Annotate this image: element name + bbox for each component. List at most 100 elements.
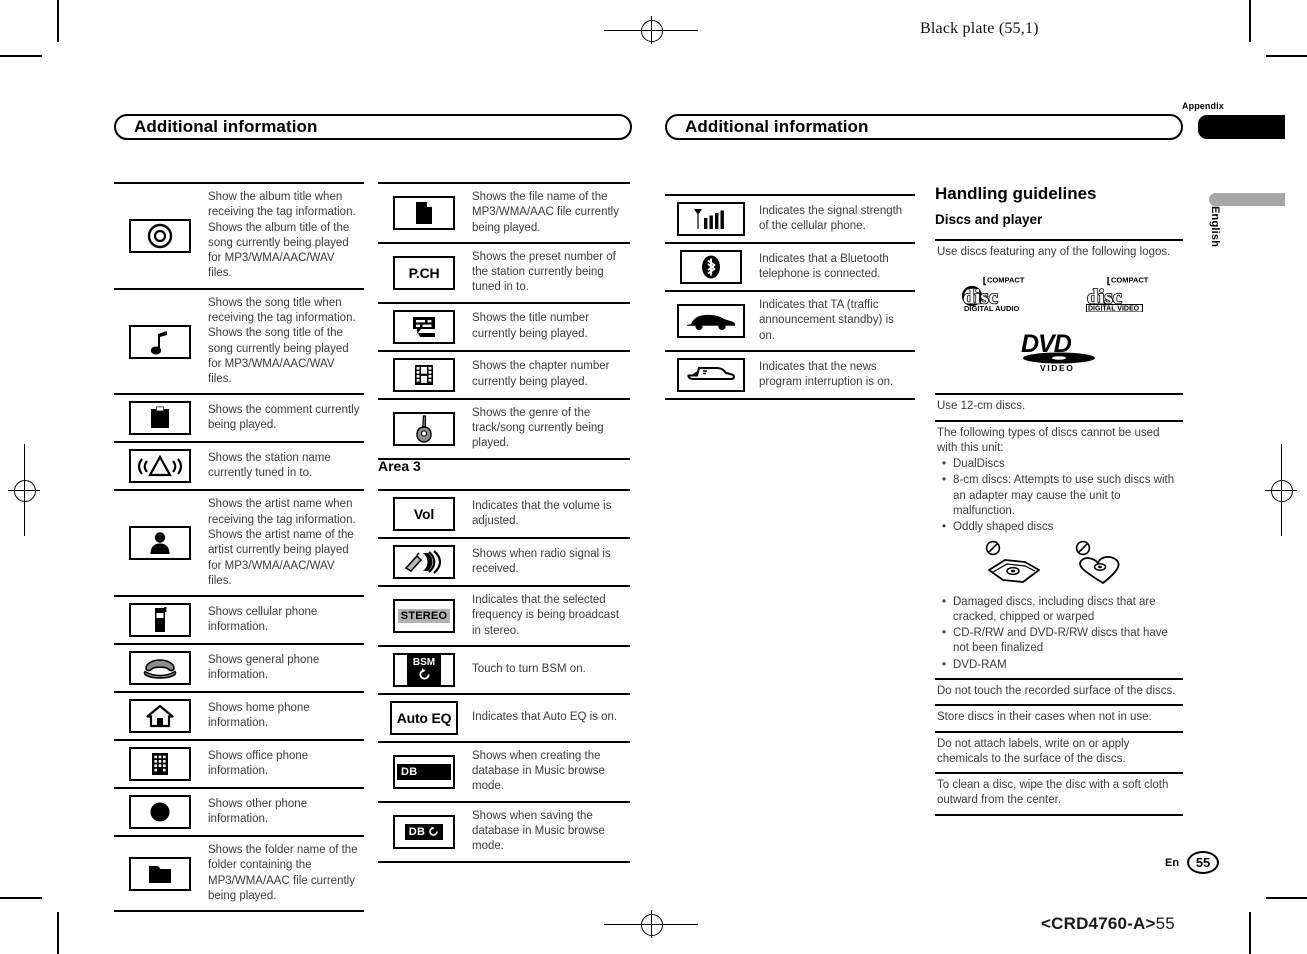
refresh-icon xyxy=(429,826,439,836)
table-row: Shows the station name currently tuned i… xyxy=(114,441,364,489)
table-row: Shows other phone information. xyxy=(114,787,364,835)
row-description: Shows the comment currently being played… xyxy=(208,404,360,432)
svg-text:DIGITAL VIDEO: DIGITAL VIDEO xyxy=(1088,306,1140,312)
table-row: Shows the genre of the track/song curren… xyxy=(378,397,630,460)
list-item: Oddly shaped discs xyxy=(942,520,1181,536)
table-row: Auto EQ Indicates that Auto EQ is on. xyxy=(378,692,630,741)
column-3-icon-table: Indicates the signal strength of the cel… xyxy=(665,194,915,400)
icon-cell xyxy=(114,837,206,910)
stereo-label: STEREO xyxy=(397,608,451,623)
crop-mark-bottom-left-vertical xyxy=(57,912,59,954)
note-text: Do not attach labels, write on or apply … xyxy=(937,737,1130,765)
row-description: Indicates the signal strength of the cel… xyxy=(759,204,903,232)
radio-signal-icon xyxy=(393,545,455,579)
note-row: Store discs in their cases when not in u… xyxy=(935,704,1183,730)
icon-cell xyxy=(378,400,470,458)
table-row: Shows the folder name of the folder cont… xyxy=(114,835,364,913)
refresh-icon xyxy=(418,668,430,680)
icon-cell: BSM xyxy=(378,647,470,693)
registration-mark-left xyxy=(8,444,40,536)
icon-cell xyxy=(665,244,757,290)
guitar-genre-icon xyxy=(393,411,455,446)
list-item: Damaged discs, including discs that are … xyxy=(942,595,1181,626)
left-page-section-title: Additional information xyxy=(114,114,632,140)
table-row: P.CH Shows the preset number of the stat… xyxy=(378,241,630,302)
row-description: Shows when saving the database in Music … xyxy=(472,809,605,853)
row-description: Shows cellular phone information. xyxy=(208,605,318,634)
logo-intro-text: Use discs featuring any of the following… xyxy=(937,246,1171,258)
database-creating-icon: DB xyxy=(393,754,455,789)
cellular-phone-icon xyxy=(129,603,191,638)
table-row: Shows the chapter number currently being… xyxy=(378,349,630,398)
table-row: Shows when radio signal is received. xyxy=(378,537,630,585)
disc-logos: COMPACT disc DIGITAL AUDIO COMPACT disc … xyxy=(937,260,1181,388)
column-2-icon-table: Shows the file name of the MP3/WMA/AAC f… xyxy=(378,182,630,460)
svg-text:COMPACT: COMPACT xyxy=(987,276,1025,285)
icon-cell xyxy=(114,741,206,787)
table-row: DB Shows when creating the database in M… xyxy=(378,740,630,801)
icon-cell xyxy=(114,789,206,835)
volume-icon: Vol xyxy=(393,497,455,531)
bsm-label: BSM xyxy=(412,657,436,669)
unusable-disc-list-continued: Damaged discs, including discs that are … xyxy=(937,595,1181,674)
dvd-video-logo: DVD VIDEO xyxy=(1021,330,1095,372)
general-phone-icon xyxy=(129,651,191,686)
row-description: Shows the folder name of the folder cont… xyxy=(208,844,358,902)
oddly-shaped-disc-illustrations xyxy=(937,536,1181,594)
icon-cell: DB xyxy=(378,743,470,801)
compact-disc-digital-video-logo: COMPACT disc DIGITAL VIDEO xyxy=(1086,276,1149,313)
icon-cell xyxy=(665,352,757,398)
row-description: Shows the file name of the MP3/WMA/AAC f… xyxy=(472,191,619,234)
footer-code-suffix: 55 xyxy=(1155,914,1175,933)
title-number-icon xyxy=(393,309,455,344)
preset-channel-icon: P.CH xyxy=(393,255,455,290)
folder-icon xyxy=(129,856,191,891)
cd-logo-row: COMPACT disc DIGITAL AUDIO COMPACT disc … xyxy=(961,274,1157,313)
registration-mark-right xyxy=(1265,444,1297,536)
row-description: Shows the title number currently being p… xyxy=(472,312,589,340)
icon-cell xyxy=(114,597,206,643)
row-description: Shows the station name currently tuned i… xyxy=(208,452,331,480)
note-row: Do not attach labels, write on or apply … xyxy=(935,730,1183,773)
icon-cell xyxy=(378,184,470,242)
icon-cell xyxy=(114,693,206,739)
table-row: Indicates that TA (traffic announcement … xyxy=(665,290,915,350)
table-row: Shows general phone information. xyxy=(114,643,364,691)
icon-cell xyxy=(114,290,206,394)
signal-strength-icon xyxy=(677,202,745,236)
icon-cell xyxy=(114,184,206,288)
list-item: 8-cm discs: Attempts to use such discs w… xyxy=(942,473,1181,519)
table-row: Show the album title when receiving the … xyxy=(114,182,364,288)
footer-code-prefix: <CRD4760-A> xyxy=(1041,914,1156,933)
appendix-tab-marker xyxy=(1198,115,1285,139)
note-row: To clean a disc, wipe the disc with a so… xyxy=(935,772,1183,816)
row-description: Shows when creating the database in Musi… xyxy=(472,749,605,793)
artist-person-icon xyxy=(129,526,191,561)
odd-shaped-disc-heart-icon xyxy=(1075,540,1120,584)
crop-mark-top-right-vertical xyxy=(1249,0,1251,42)
other-phone-icon xyxy=(129,795,191,830)
row-description: Indicates that TA (traffic announcement … xyxy=(759,299,894,342)
crop-mark-right-top-horizontal xyxy=(1266,55,1307,57)
english-tab-marker xyxy=(1209,193,1285,206)
list-item: CD-R/RW and DVD-R/RW discs that have not… xyxy=(942,626,1181,657)
db-text: DB xyxy=(408,825,426,838)
plate-label: Black plate (55,1) xyxy=(920,20,1039,37)
english-tab-label: English xyxy=(1209,206,1221,248)
volume-label: Vol xyxy=(413,506,435,522)
icon-cell xyxy=(114,443,206,489)
note-text: Store discs in their cases when not in u… xyxy=(937,711,1152,724)
table-row: Shows the comment currently being played… xyxy=(114,393,364,441)
table-row: STEREO Indicates that the selected frequ… xyxy=(378,585,630,645)
page-language-label: En xyxy=(1165,856,1180,869)
table-row: Indicates the signal strength of the cel… xyxy=(665,194,915,242)
footer-document-code: <CRD4760-A>55 xyxy=(1041,914,1175,934)
auto-eq-label: Auto EQ xyxy=(396,709,452,726)
office-phone-icon xyxy=(129,747,191,782)
row-description: Indicates that the news program interrup… xyxy=(759,360,894,388)
compact-disc-digital-audio-logo: COMPACT disc DIGITAL AUDIO xyxy=(961,276,1025,312)
icon-cell xyxy=(665,292,757,350)
db-text: DB xyxy=(401,765,418,778)
crop-mark-top-left-vertical xyxy=(57,0,59,42)
disc-album-icon xyxy=(129,218,191,253)
